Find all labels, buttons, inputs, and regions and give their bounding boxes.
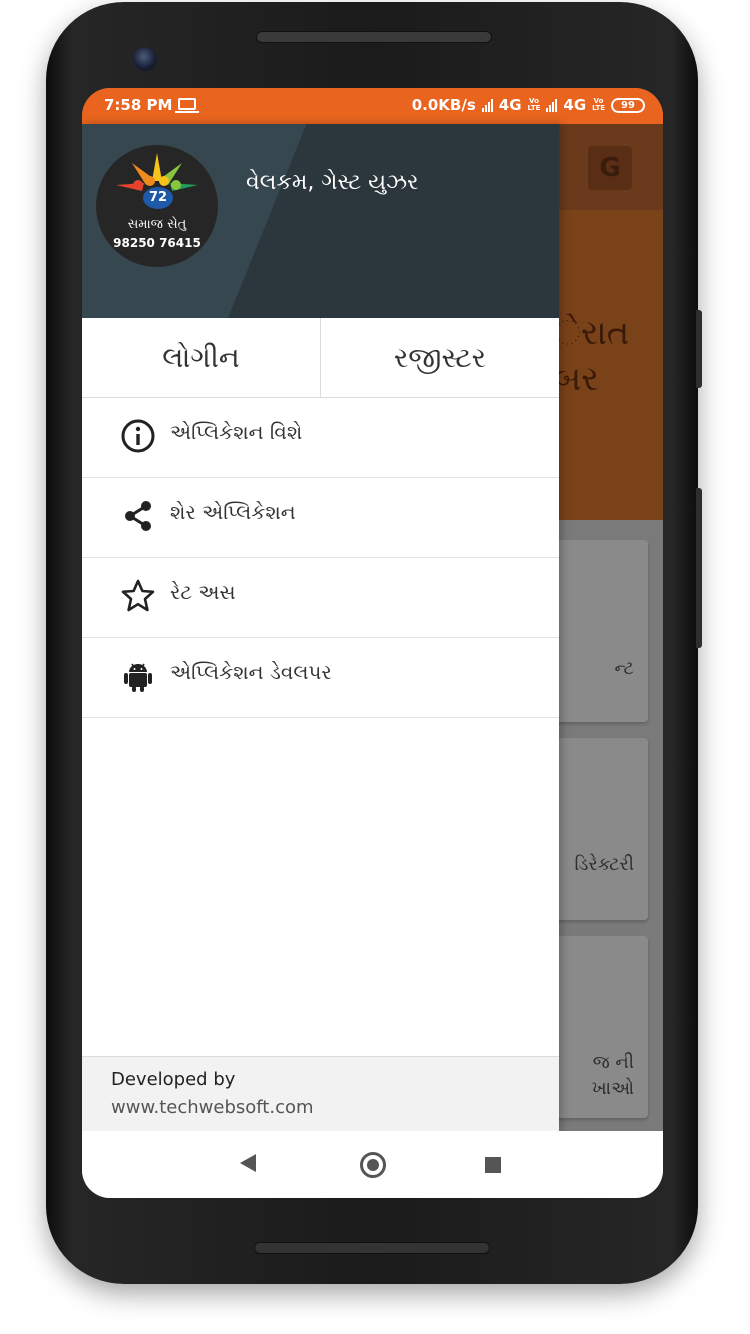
android-icon (124, 663, 152, 692)
bottom-speaker (254, 1242, 490, 1254)
recent-apps-icon[interactable] (485, 1157, 501, 1173)
signal-icon (481, 98, 493, 112)
logo-phone: 98250 76415 (113, 236, 201, 250)
network-type-2: 4G (563, 96, 587, 114)
system-navigation-bar (82, 1131, 663, 1198)
volte-icon: Vo LTE (527, 97, 541, 112)
power-button (696, 488, 702, 648)
category-card[interactable]: ન્ટ (552, 540, 648, 722)
share-icon (125, 501, 151, 531)
drawer-menu: એપ્લિકેશન વિશે શેર એપ્લિકેશન રેટ અસ એપ્લ… (82, 398, 559, 718)
earpiece-speaker (256, 31, 492, 43)
info-icon (121, 419, 155, 453)
menu-item-about[interactable]: એપ્લિકેશન વિશે (82, 398, 559, 478)
laptop-icon (175, 98, 199, 113)
volume-button (696, 310, 702, 388)
device-mockup: 7:58 PM 0.0KB/s 4G Vo LTE 4G Vo LTE 99 G ે… (0, 0, 750, 1334)
back-icon[interactable] (240, 1154, 256, 1172)
register-button[interactable]: રજીસ્ટર (320, 318, 559, 397)
signal-icon (546, 98, 558, 112)
home-icon[interactable] (360, 1152, 386, 1178)
star-icon (121, 579, 155, 612)
logo-name: સમાજ સેતુ (127, 217, 187, 232)
app-logo: 72 સમાજ સેતુ 98250 76415 (96, 145, 218, 267)
menu-item-rate[interactable]: રેટ અસ (82, 558, 559, 638)
category-card[interactable]: જ ની ખાઓ (552, 936, 648, 1118)
login-button[interactable]: લોગીન (82, 318, 320, 397)
translate-icon[interactable]: G (588, 146, 632, 190)
menu-item-developer[interactable]: એપ્લિકેશન ડેવલપર (82, 638, 559, 718)
menu-item-label: રેટ અસ (170, 580, 236, 604)
developer-website-link[interactable]: www.techwebsoft.com (111, 1097, 314, 1118)
status-bar: 7:58 PM 0.0KB/s 4G Vo LTE 4G Vo LTE 99 (82, 88, 663, 124)
welcome-text: વેલકમ, ગેસ્ટ યુઝર (246, 170, 419, 195)
menu-item-label: શેર એપ્લિકેશન (170, 500, 296, 524)
network-type-1: 4G (498, 96, 522, 114)
navigation-drawer: 72 સમાજ સેતુ 98250 76415 વેલકમ, ગેસ્ટ યુ… (82, 124, 559, 1131)
battery-icon: 99 (611, 97, 645, 113)
menu-item-label: એપ્લિકેશન ડેવલપર (170, 660, 332, 684)
category-card[interactable]: ડિરેક્ટરી (552, 738, 648, 920)
developed-by-label: Developed by (111, 1069, 236, 1090)
status-time: 7:58 PM (104, 96, 173, 114)
menu-item-label: એપ્લિકેશન વિશે (170, 420, 303, 444)
drawer-footer: Developed by www.techwebsoft.com (82, 1056, 559, 1131)
front-camera (133, 47, 157, 71)
logo-number: 72 (143, 187, 173, 209)
volte-icon: Vo LTE (592, 97, 605, 112)
drawer-header: 72 સમાજ સેતુ 98250 76415 વેલકમ, ગેસ્ટ યુ… (82, 124, 559, 318)
network-speed: 0.0KB/s (411, 96, 476, 114)
banner-text: ેરાત બર (554, 313, 630, 399)
auth-buttons: લોગીન રજીસ્ટર (82, 318, 559, 398)
phone-screen: 7:58 PM 0.0KB/s 4G Vo LTE 4G Vo LTE 99 G ે… (82, 88, 663, 1198)
menu-item-share[interactable]: શેર એપ્લિકેશન (82, 478, 559, 558)
